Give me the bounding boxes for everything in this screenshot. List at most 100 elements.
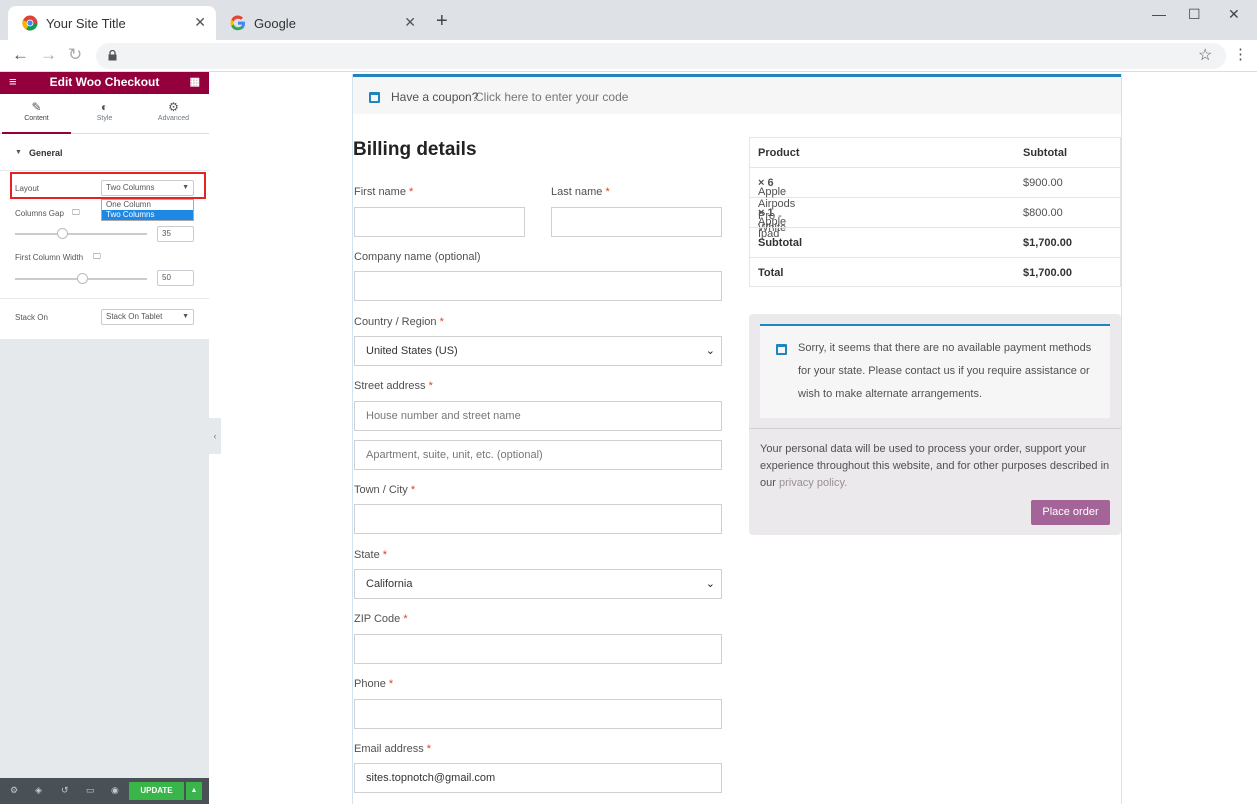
columns-gap-input[interactable]: 35 bbox=[157, 226, 194, 242]
payment-box: Sorry, it seems that there are no availa… bbox=[749, 314, 1121, 535]
zip-label: ZIP Code * bbox=[354, 613, 408, 625]
columns-gap-track[interactable] bbox=[15, 233, 147, 235]
phone-input[interactable] bbox=[354, 699, 722, 729]
table-header-row: Product Subtotal bbox=[750, 138, 1120, 168]
desktop-icon: 🖵 bbox=[72, 208, 80, 217]
settings-icon[interactable]: ⚙ bbox=[10, 785, 18, 796]
columns-gap-handle[interactable] bbox=[57, 228, 68, 239]
first-column-width-handle[interactable] bbox=[77, 273, 88, 284]
payment-notice: Sorry, it seems that there are no availa… bbox=[760, 324, 1110, 418]
street-label: Street address * bbox=[354, 380, 433, 392]
back-icon[interactable]: ← bbox=[12, 45, 29, 65]
subtotal-value: $1,700.00 bbox=[1023, 237, 1072, 249]
tab-title: Google bbox=[254, 15, 296, 31]
panel-title: Edit Woo Checkout bbox=[49, 75, 160, 89]
select-value: United States (US) bbox=[366, 345, 458, 357]
stack-on-select[interactable]: Stack On Tablet ▼ bbox=[101, 309, 194, 325]
street-input-2[interactable]: Apartment, suite, unit, etc. (optional) bbox=[354, 440, 722, 470]
select-value: California bbox=[366, 578, 413, 590]
update-options-icon[interactable]: ▲ bbox=[186, 782, 202, 800]
tab-label: Content bbox=[24, 115, 49, 122]
window-close-button[interactable]: ✕ bbox=[1228, 6, 1240, 23]
responsive-icon[interactable]: ▭ bbox=[86, 785, 95, 796]
lock-icon bbox=[108, 50, 117, 61]
email-input[interactable]: sites.topnotch@gmail.com bbox=[354, 763, 722, 793]
panel-tabs: ✎ Content ◐ Style ⚙ Advanced bbox=[0, 94, 209, 134]
minimize-button[interactable]: — bbox=[1152, 6, 1166, 22]
option-one-column[interactable]: One Column bbox=[102, 200, 193, 210]
item-name: Apple Airpods Pro - White × 6 bbox=[758, 177, 796, 234]
contrast-icon: ◐ bbox=[100, 100, 109, 114]
tab-label: Advanced bbox=[157, 115, 190, 122]
chevron-down-icon: ⌄ bbox=[705, 578, 715, 590]
divider bbox=[0, 170, 209, 171]
option-two-columns[interactable]: Two Columns bbox=[102, 210, 193, 220]
calendar-icon bbox=[776, 344, 787, 355]
forward-icon[interactable]: → bbox=[40, 45, 57, 65]
state-label: State * bbox=[354, 549, 388, 561]
address-bar[interactable] bbox=[96, 43, 1226, 69]
first-column-width-label: First Column Width bbox=[15, 253, 84, 262]
hamburger-icon[interactable]: ≡ bbox=[9, 72, 17, 92]
privacy-text: Your personal data will be used to proce… bbox=[760, 443, 1110, 489]
coupon-link[interactable]: Click here to enter your code bbox=[475, 90, 628, 104]
section-title[interactable]: General bbox=[29, 148, 63, 158]
street-input-1[interactable]: House number and street name bbox=[354, 401, 722, 431]
navigator-icon[interactable]: ◈ bbox=[35, 785, 42, 796]
preview-eye-icon[interactable]: ◉ bbox=[111, 785, 119, 796]
maximize-button[interactable]: ☐ bbox=[1188, 6, 1201, 23]
chevron-down-icon: ⌄ bbox=[705, 345, 715, 357]
company-label: Company name (optional) bbox=[354, 251, 481, 263]
tab-close-icon[interactable]: ✕ bbox=[194, 14, 206, 31]
gear-icon: ⚙ bbox=[168, 100, 179, 114]
divider bbox=[749, 428, 1121, 429]
item-price: $900.00 bbox=[1023, 177, 1063, 189]
new-tab-button[interactable]: + bbox=[436, 10, 448, 33]
reload-icon[interactable]: ↻ bbox=[68, 45, 82, 65]
update-button[interactable]: UPDATE bbox=[129, 782, 184, 800]
total-label: Total bbox=[758, 267, 784, 279]
pencil-icon: ✎ bbox=[31, 100, 42, 114]
panel-collapse-button[interactable]: ‹ bbox=[209, 418, 221, 454]
first-name-input[interactable] bbox=[354, 207, 525, 237]
dropdown-arrow-icon: ▼ bbox=[182, 313, 189, 320]
last-name-label: Last name * bbox=[551, 186, 610, 198]
company-input[interactable] bbox=[354, 271, 722, 301]
city-input[interactable] bbox=[354, 504, 722, 534]
stack-on-label: Stack On bbox=[15, 313, 48, 322]
column-guide-right bbox=[1121, 74, 1122, 804]
highlight-box bbox=[10, 172, 206, 199]
grid-icon[interactable]: ▦ bbox=[190, 72, 200, 92]
country-select[interactable]: United States (US) ⌄ bbox=[354, 336, 722, 366]
state-select[interactable]: California ⌄ bbox=[354, 569, 722, 599]
payment-notice-text: Sorry, it seems that there are no availa… bbox=[798, 342, 1092, 400]
place-order-button[interactable]: Place order bbox=[1031, 500, 1110, 525]
item-name: Apple Ipad × 1 bbox=[758, 207, 787, 240]
section-toggle-icon[interactable]: ▼ bbox=[15, 149, 22, 156]
browser-tab-bar: Your Site Title ✕ Google ✕ + — ☐ ✕ bbox=[0, 0, 1257, 40]
city-label: Town / City * bbox=[354, 484, 416, 496]
last-name-input[interactable] bbox=[551, 207, 722, 237]
divider bbox=[0, 298, 209, 299]
coupon-notice: Have a coupon? Click here to enter your … bbox=[353, 74, 1121, 114]
tab-your-site-title[interactable]: Your Site Title ✕ bbox=[8, 6, 216, 40]
select-value: Stack On Tablet bbox=[106, 312, 163, 321]
tab-close-icon[interactable]: ✕ bbox=[404, 14, 416, 31]
zip-input[interactable] bbox=[354, 634, 722, 664]
first-name-label: First name * bbox=[354, 186, 414, 198]
table-row: Apple Ipad × 1 $800.00 bbox=[750, 198, 1120, 240]
bookmark-star-icon[interactable]: ☆ bbox=[1198, 45, 1212, 65]
history-icon[interactable]: ↺ bbox=[61, 785, 69, 796]
panel-header: ≡ Edit Woo Checkout ▦ bbox=[0, 72, 209, 94]
country-label: Country / Region * bbox=[354, 316, 444, 328]
tab-style[interactable]: ◐ Style bbox=[70, 94, 139, 134]
tab-label: Style bbox=[96, 115, 113, 122]
tab-google[interactable]: Google ✕ bbox=[216, 6, 426, 40]
tab-advanced[interactable]: ⚙ Advanced bbox=[139, 94, 208, 134]
first-column-width-input[interactable]: 50 bbox=[157, 270, 194, 286]
menu-dots-icon[interactable]: ⋮ bbox=[1233, 45, 1248, 63]
elementor-panel: ≡ Edit Woo Checkout ▦ ✎ Content ◐ Style … bbox=[0, 72, 209, 804]
phone-label: Phone * bbox=[354, 678, 394, 690]
tab-content[interactable]: ✎ Content bbox=[2, 94, 71, 134]
privacy-policy-link[interactable]: privacy policy. bbox=[779, 477, 847, 489]
